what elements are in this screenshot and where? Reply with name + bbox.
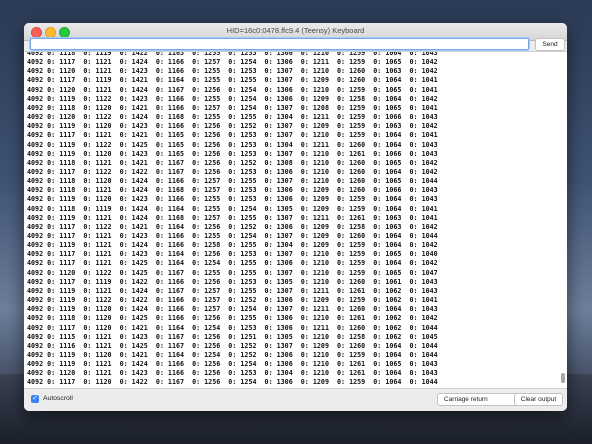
output-line: 4092 0: 1120 0: 1121 0: 1424 0: 1167 0: … [27,85,438,94]
output-line: 4092 0: 1117 0: 1122 0: 1421 0: 1164 0: … [27,222,438,231]
output-line: 4092 0: 1119 0: 1122 0: 1425 0: 1165 0: … [27,140,438,149]
output-line: 4092 0: 1120 0: 1122 0: 1425 0: 1167 0: … [27,268,438,277]
output-line: 4092 0: 1118 0: 1120 0: 1424 0: 1166 0: … [27,177,438,186]
output-line: 4092 0: 1117 0: 1121 0: 1423 0: 1164 0: … [27,250,438,259]
status-bar: ✓ Autoscroll Carriage return ⇕ Clear out… [24,389,567,411]
output-line: 4092 0: 1118 0: 1120 0: 1425 0: 1166 0: … [27,314,438,323]
output-line: 4092 0: 1119 0: 1120 0: 1421 0: 1164 0: … [27,350,438,359]
serial-output[interactable]: 4092 0: 1118 0: 1119 0: 1422 0: 1163 0: … [24,51,567,389]
output-line: 4092 0: 1117 0: 1121 0: 1425 0: 1164 0: … [27,259,438,268]
output-line: 4092 0: 1117 0: 1121 0: 1423 0: 1166 0: … [27,232,438,240]
output-line: 4092 0: 1117 0: 1121 0: 1421 0: 1165 0: … [27,131,438,140]
output-line: 4092 0: 1120 0: 1121 0: 1423 0: 1166 0: … [27,369,438,378]
output-line: 4092 0: 1119 0: 1121 0: 1424 0: 1167 0: … [27,286,438,295]
line-ending-selected-value: Carriage return [444,396,488,403]
output-line: 4092 0: 1119 0: 1120 0: 1423 0: 1165 0: … [27,149,438,158]
clear-output-button[interactable]: Clear output [514,393,563,406]
output-line: 4092 0: 1118 0: 1121 0: 1424 0: 1168 0: … [27,186,438,195]
autoscroll-checkbox[interactable]: ✓ [31,395,39,403]
output-line: 4092 0: 1117 0: 1121 0: 1424 0: 1166 0: … [27,58,438,67]
output-line: 4092 0: 1117 0: 1119 0: 1422 0: 1166 0: … [27,277,438,286]
output-line: 4092 0: 1118 0: 1119 0: 1422 0: 1163 0: … [27,51,438,57]
output-line: 4092 0: 1117 0: 1120 0: 1421 0: 1164 0: … [27,323,438,332]
output-line: 4092 0: 1119 0: 1121 0: 1424 0: 1166 0: … [27,360,438,369]
output-line: 4092 0: 1118 0: 1121 0: 1421 0: 1167 0: … [27,158,438,167]
output-line: 4092 0: 1120 0: 1121 0: 1423 0: 1166 0: … [27,67,438,76]
output-line: 4092 0: 1120 0: 1122 0: 1424 0: 1168 0: … [27,113,438,122]
output-line: 4092 0: 1119 0: 1120 0: 1424 0: 1166 0: … [27,305,438,314]
output-line: 4092 0: 1119 0: 1120 0: 1423 0: 1166 0: … [27,122,438,131]
send-button[interactable]: Send [535,38,565,51]
output-scrollbar[interactable] [561,55,565,385]
output-line: 4092 0: 1119 0: 1122 0: 1423 0: 1166 0: … [27,94,438,103]
output-line: 4092 0: 1115 0: 1121 0: 1423 0: 1167 0: … [27,332,438,341]
send-input[interactable] [30,38,529,50]
output-line: 4092 0: 1119 0: 1122 0: 1422 0: 1166 0: … [27,296,438,305]
output-line: 4092 0: 1117 0: 1122 0: 1422 0: 1167 0: … [27,167,438,176]
scrollbar-thumb[interactable] [561,373,565,383]
output-line: 4092 0: 1117 0: 1119 0: 1421 0: 1164 0: … [27,76,438,85]
serial-monitor-window: HID=16c0:0478.ffc9.4 (Teensy) Keyboard S… [24,23,567,411]
output-line: 4092 0: 1117 0: 1120 0: 1422 0: 1167 0: … [27,378,438,387]
output-line: 4092 0: 1119 0: 1120 0: 1423 0: 1166 0: … [27,195,438,204]
autoscroll-label: Autoscroll [43,395,73,402]
output-line: 4092 0: 1118 0: 1120 0: 1421 0: 1166 0: … [27,103,438,112]
output-line: 4092 0: 1119 0: 1121 0: 1424 0: 1168 0: … [27,213,438,222]
output-line: 4092 0: 1119 0: 1121 0: 1424 0: 1166 0: … [27,241,438,250]
output-line: 4092 0: 1118 0: 1119 0: 1424 0: 1164 0: … [27,204,438,213]
window-title: HID=16c0:0478.ffc9.4 (Teensy) Keyboard [226,26,365,35]
output-line: 4092 0: 1116 0: 1121 0: 1425 0: 1167 0: … [27,341,438,350]
